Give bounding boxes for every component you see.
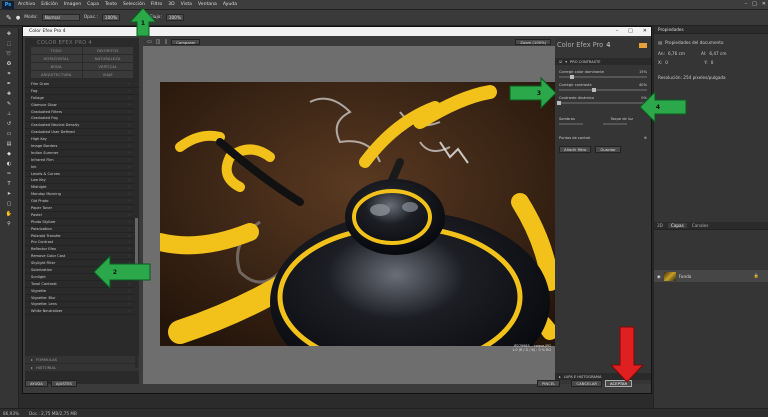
callout-label-3: 3	[536, 89, 542, 97]
callout-arrow-accept	[609, 326, 645, 383]
callout-label-1: 1	[140, 19, 146, 27]
callout-arrow-4	[639, 90, 687, 124]
callout-overlay	[93, 7, 687, 383]
callout-arrow-3	[509, 76, 557, 110]
callout-arrow-2	[93, 254, 151, 290]
callout-label-2: 2	[112, 268, 118, 276]
callout-label-4: 4	[655, 103, 661, 111]
photoshop-window: Ps Archivo Edición Imagen Capa Texto Sel…	[0, 0, 768, 417]
